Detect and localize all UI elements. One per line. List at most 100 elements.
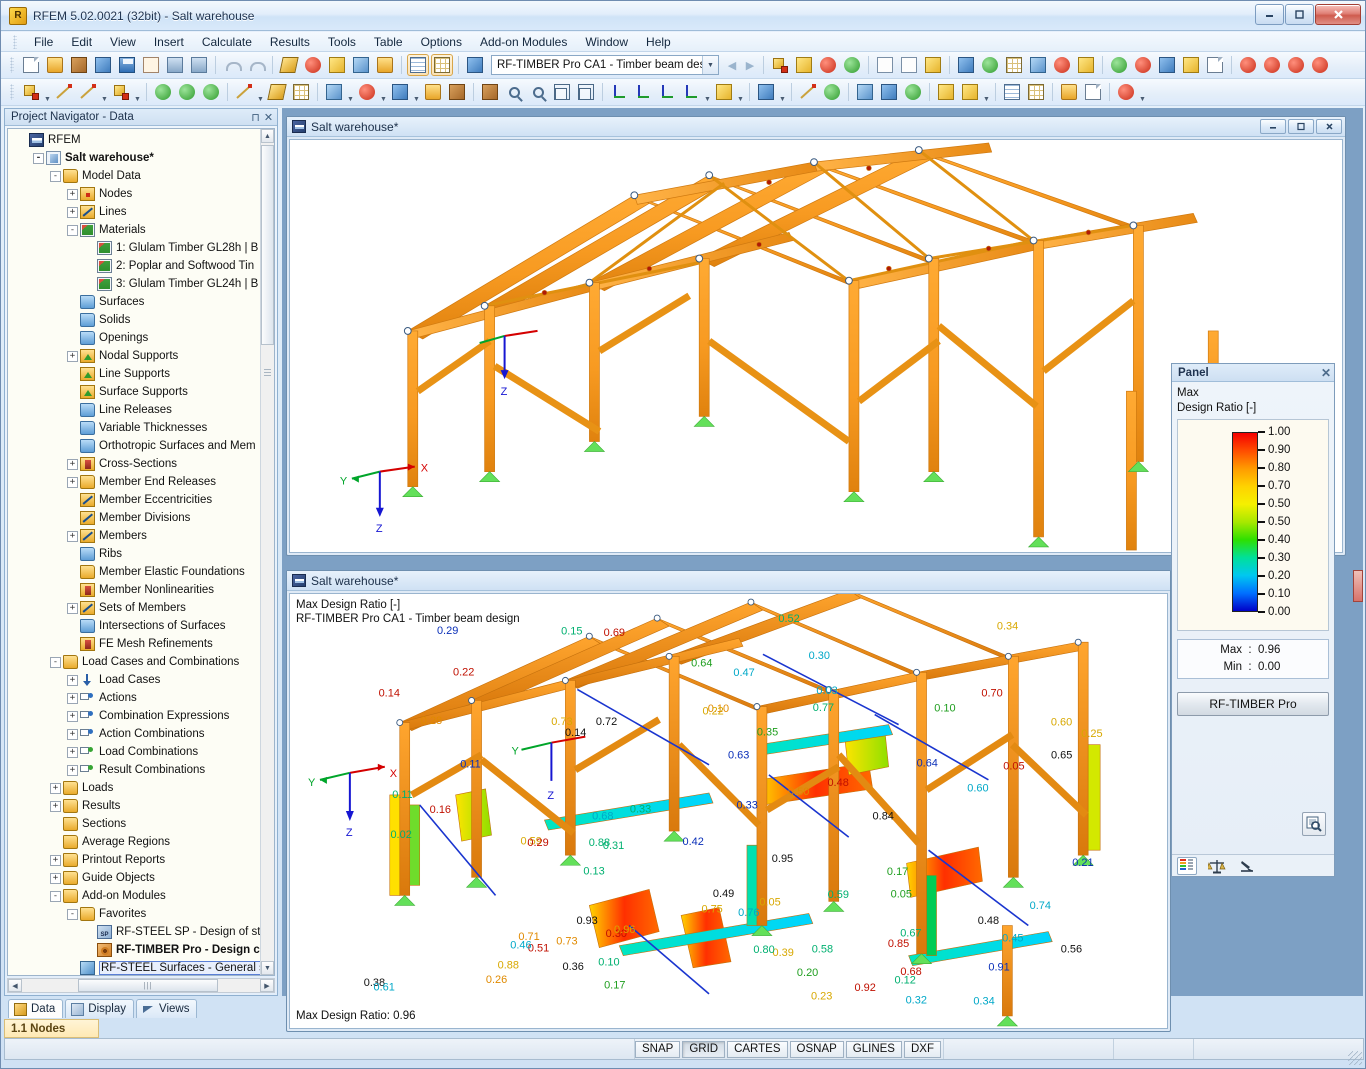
- expand-icon[interactable]: +: [67, 711, 78, 722]
- maximize-button[interactable]: [1285, 4, 1314, 25]
- toggle-snap[interactable]: SNAP: [635, 1041, 680, 1058]
- chevron-down-icon[interactable]: ▼: [736, 81, 745, 103]
- toggle-grid[interactable]: GRID: [682, 1041, 725, 1058]
- model-view-minimize-button[interactable]: [1260, 119, 1286, 134]
- filter-tab[interactable]: [1237, 857, 1257, 875]
- tree-item-intersections-of-surfaces[interactable]: Intersections of Surfaces: [12, 617, 260, 635]
- menu-insert[interactable]: Insert: [145, 33, 193, 51]
- export-button[interactable]: [1237, 54, 1259, 76]
- load-case-button[interactable]: [817, 54, 839, 76]
- module-combo[interactable]: RF-TIMBER Pro CA1 - Timber beam desi ▼: [491, 55, 719, 75]
- open-package-button[interactable]: [68, 54, 90, 76]
- expand-icon[interactable]: +: [67, 459, 78, 470]
- chevron-down-icon[interactable]: ▼: [43, 81, 52, 103]
- scroll-thumb[interactable]: [261, 145, 274, 345]
- chevron-down-icon[interactable]: ▼: [778, 81, 787, 103]
- fe-mesh-button[interactable]: [1003, 54, 1025, 76]
- toggle-glines[interactable]: GLINES: [846, 1041, 902, 1058]
- expand-icon[interactable]: +: [67, 747, 78, 758]
- toggle-dxf[interactable]: DXF: [904, 1041, 941, 1058]
- close-button[interactable]: [1315, 4, 1361, 25]
- zoom-detail-icon[interactable]: [1302, 812, 1326, 836]
- tree-item-loads[interactable]: +Loads: [12, 779, 260, 797]
- collapse-icon[interactable]: -: [33, 153, 44, 164]
- tree-item-rf-steel-sp-design-of-ste[interactable]: RF-STEEL SP - Design of ste: [12, 923, 260, 941]
- expand-icon[interactable]: +: [67, 693, 78, 704]
- help-button[interactable]: [1309, 54, 1331, 76]
- tree-item-cross-sections[interactable]: +Cross-Sections: [12, 455, 260, 473]
- redo-button[interactable]: [245, 54, 267, 76]
- tree-item-3-glulam-timber-gl24h-b[interactable]: 3: Glulam Timber GL24h | B: [12, 275, 260, 293]
- menu-options[interactable]: Options: [412, 33, 471, 51]
- comment-button[interactable]: [922, 54, 944, 76]
- text-button[interactable]: [898, 54, 920, 76]
- chevron-down-icon[interactable]: ▼: [133, 81, 142, 103]
- result-values-button[interactable]: [1051, 54, 1073, 76]
- menu-addon-modules[interactable]: Add-on Modules: [471, 33, 576, 51]
- expand-icon[interactable]: +: [50, 873, 61, 884]
- view-in-z-button[interactable]: [656, 81, 678, 103]
- result-diagram-2-button[interactable]: [797, 81, 819, 103]
- menu-results[interactable]: Results: [261, 33, 319, 51]
- new-folder-button[interactable]: [422, 81, 444, 103]
- new-polyline-button[interactable]: [110, 81, 132, 103]
- menu-table[interactable]: Table: [365, 33, 412, 51]
- new-node-button[interactable]: [20, 81, 42, 103]
- tree-item-printout-reports[interactable]: +Printout Reports: [12, 851, 260, 869]
- tree-item-member-end-releases[interactable]: +Member End Releases: [12, 473, 260, 491]
- layers-button[interactable]: [374, 54, 396, 76]
- tree-item-results[interactable]: +Results: [12, 797, 260, 815]
- tree-item-sections[interactable]: Sections: [12, 815, 260, 833]
- show-tables-button[interactable]: [407, 54, 429, 76]
- tree-item-orthotropic-surfaces-and-mem[interactable]: Orthotropic Surfaces and Mem: [12, 437, 260, 455]
- view-in-x-button[interactable]: [608, 81, 630, 103]
- calculate-selected-button[interactable]: [979, 54, 1001, 76]
- chevron-down-icon[interactable]: ▼: [702, 56, 718, 74]
- tree-item-rfem[interactable]: RFEM: [12, 131, 260, 149]
- tree-item-1-glulam-timber-gl28h-b[interactable]: 1: Glulam Timber GL28h | B: [12, 239, 260, 257]
- tree-item-member-elastic-foundations[interactable]: Member Elastic Foundations: [12, 563, 260, 581]
- tree-item-member-divisions[interactable]: Member Divisions: [12, 509, 260, 527]
- select-pointer-button[interactable]: [350, 54, 372, 76]
- new-set-button[interactable]: [446, 81, 468, 103]
- surface-load-button[interactable]: [841, 54, 863, 76]
- menu-window[interactable]: Window: [576, 33, 637, 51]
- scroll-thumb-horizontal[interactable]: |||: [78, 979, 218, 992]
- import-button[interactable]: [1261, 54, 1283, 76]
- grid-toggle-button[interactable]: [1025, 81, 1047, 103]
- expand-icon[interactable]: +: [67, 207, 78, 218]
- tree-item-action-combinations[interactable]: +Action Combinations: [12, 725, 260, 743]
- view-in-y-button[interactable]: [632, 81, 654, 103]
- expand-icon[interactable]: +: [67, 189, 78, 200]
- previous-module-button[interactable]: ◀: [723, 55, 741, 75]
- model-view-maximize-button[interactable]: [1288, 119, 1314, 134]
- expand-icon[interactable]: +: [67, 477, 78, 488]
- isoline-button[interactable]: [902, 81, 924, 103]
- collapse-icon[interactable]: -: [50, 171, 61, 182]
- scroll-down-button[interactable]: ▼: [261, 961, 274, 975]
- expand-icon[interactable]: +: [67, 531, 78, 542]
- tree-item-openings[interactable]: Openings: [12, 329, 260, 347]
- tree-item-add-on-modules[interactable]: -Add-on Modules: [12, 887, 260, 905]
- printout-report-button[interactable]: [1204, 54, 1226, 76]
- tree-item-result-combinations[interactable]: +Result Combinations: [12, 761, 260, 779]
- color-scale-tab[interactable]: [1177, 857, 1197, 875]
- object-info-button[interactable]: [326, 54, 348, 76]
- tree-item-member-nonlinearities[interactable]: Member Nonlinearities: [12, 581, 260, 599]
- load-tool-button[interactable]: [793, 54, 815, 76]
- tree-item-members[interactable]: +Members: [12, 527, 260, 545]
- next-module-button[interactable]: ▶: [741, 55, 759, 75]
- navigator-vertical-scrollbar[interactable]: ▲ ▼: [260, 129, 274, 975]
- mesh-settings-button[interactable]: [1027, 54, 1049, 76]
- chevron-down-icon[interactable]: ▼: [703, 81, 712, 103]
- tree-item-variable-thicknesses[interactable]: Variable Thicknesses: [12, 419, 260, 437]
- open-model-button[interactable]: [92, 54, 114, 76]
- tree-item-member-eccentricities[interactable]: Member Eccentricities: [12, 491, 260, 509]
- expand-icon[interactable]: +: [67, 603, 78, 614]
- toggle-osnap[interactable]: OSNAP: [790, 1041, 844, 1058]
- support-reaction-button[interactable]: [821, 81, 843, 103]
- factors-tab[interactable]: [1207, 857, 1227, 875]
- isometric-view-button[interactable]: [551, 81, 573, 103]
- info-button[interactable]: [1180, 54, 1202, 76]
- tree-item-line-supports[interactable]: Line Supports: [12, 365, 260, 383]
